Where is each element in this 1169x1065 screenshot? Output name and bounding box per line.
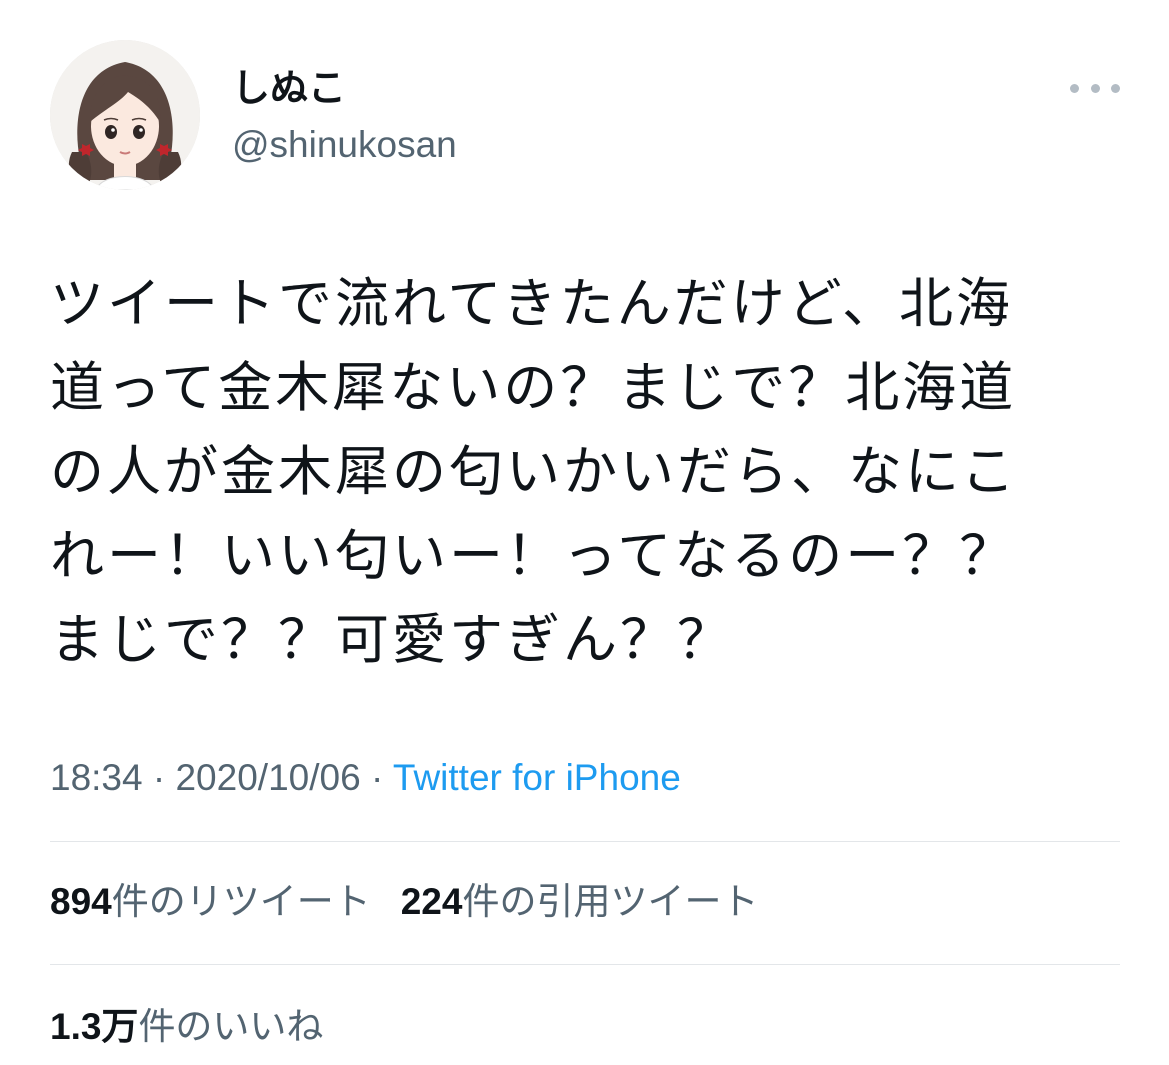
author-handle[interactable]: @shinukosan (232, 122, 457, 168)
likes-stat[interactable]: 1.3万件のいいね (50, 1001, 323, 1053)
meta-separator: · (360, 757, 393, 798)
more-horizontal-icon-dot (1090, 83, 1100, 93)
author-display-name[interactable]: しぬこ (232, 63, 346, 113)
likes-label: 件のいいね (138, 1005, 324, 1048)
divider (50, 964, 1120, 965)
more-horizontal-icon (1070, 83, 1079, 93)
avatar[interactable] (50, 40, 200, 190)
more-horizontal-icon-dot (1111, 83, 1120, 93)
quotes-label: 件の引用ツイート (462, 880, 759, 923)
likes-count: 1.3万 (50, 1006, 139, 1047)
tweet-detail: しぬこ @shinukosan ツイートで流れてきたんだけど、北海 道って金木犀… (0, 0, 1169, 1065)
more-options-button[interactable] (1070, 72, 1120, 104)
retweets-count: 894 (50, 881, 112, 922)
engagement-stats: 894件のリツイート 224件の引用ツイート (50, 876, 758, 928)
tweet-text: ツイートで流れてきたんだけど、北海 道って金木犀ないの？まじで？北海道 の人が金… (50, 272, 1018, 671)
tweet-date[interactable]: 2020/10/06 (175, 757, 360, 798)
retweets-stat[interactable]: 894件のリツイート (50, 876, 371, 928)
quote-tweets-stat[interactable]: 224件の引用ツイート (401, 876, 759, 928)
tweet-metadata: 18:34 · 2020/10/06 · Twitter for iPhone (50, 753, 681, 803)
divider (50, 841, 1120, 842)
tweet-time[interactable]: 18:34 (50, 757, 143, 798)
quotes-count: 224 (400, 881, 463, 922)
tweet-source-link[interactable]: Twitter for iPhone (393, 757, 681, 798)
avatar-illustration (50, 40, 200, 190)
retweets-label: 件のリツイート (111, 880, 371, 923)
meta-separator: · (142, 757, 176, 798)
